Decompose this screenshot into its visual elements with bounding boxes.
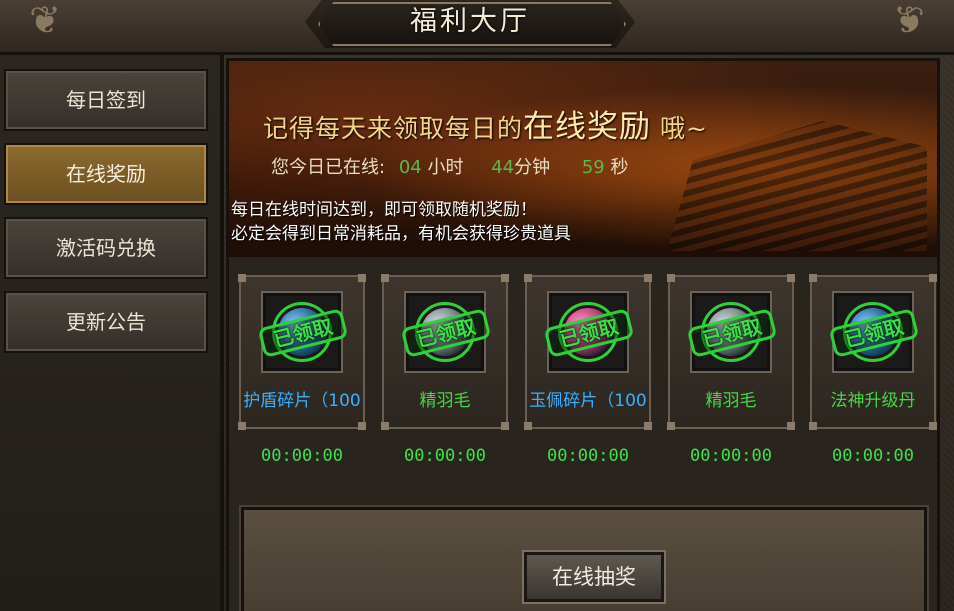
headline-pre: 记得每天来领取每日的 xyxy=(263,114,524,143)
reward-item-name: 精羽毛 xyxy=(419,391,471,411)
reward-card[interactable]: 已领取 玉佩碎片（100 xyxy=(524,274,652,430)
banner: 记得每天来领取每日的在线奖励 哦~ 您今日已在线: 04 小时 44分钟 59 … xyxy=(229,61,937,257)
banner-headline: 记得每天来领取每日的在线奖励 哦~ xyxy=(263,101,708,146)
reward-timer: 00:00:00 xyxy=(261,446,343,466)
headline-post: 哦~ xyxy=(659,114,708,143)
reward-card[interactable]: 已领取 精羽毛 xyxy=(381,274,509,430)
reward-timer: 00:00:00 xyxy=(690,446,772,466)
sidebar-item-daily-signin[interactable]: 每日签到 xyxy=(4,69,208,131)
ornament-right-icon: ❦ xyxy=(893,0,925,42)
sidebar-item-update-notice[interactable]: 更新公告 xyxy=(4,291,208,353)
online-label: 您今日已在线: xyxy=(271,157,386,178)
reward-item-slot[interactable]: 已领取 xyxy=(686,291,778,373)
headline-highlight: 在线奖励 xyxy=(523,109,652,145)
title-bar: ❦ ❦ 福利大厅 xyxy=(0,0,954,55)
reward-item-name: 护盾碎片（100 xyxy=(243,391,361,411)
online-lottery-button[interactable]: 在线抽奖 xyxy=(522,550,666,604)
reward-item-slot[interactable]: 已领取 xyxy=(543,291,635,373)
desc-line-1: 每日在线时间达到，即可领取随机奖励！ xyxy=(231,200,537,220)
reward-item-name: 法神升级丹 xyxy=(830,391,916,411)
hours-unit: 小时 xyxy=(427,157,464,178)
welfare-hall-window: ❦ ❦ 福利大厅 每日签到 在线奖励 激活码兑换 更新公告 记得每天来领取每日的… xyxy=(0,0,954,611)
main-panel: 记得每天来领取每日的在线奖励 哦~ 您今日已在线: 04 小时 44分钟 59 … xyxy=(226,58,940,611)
seconds-unit: 秒 xyxy=(610,157,629,178)
sidebar-item-online-reward[interactable]: 在线奖励 xyxy=(4,143,208,205)
desc-line-2: 必定会得到日常消耗品，有机会获得珍贵道具 xyxy=(231,224,571,244)
reward-item-slot[interactable]: 已领取 xyxy=(828,291,920,373)
reward-card[interactable]: 已领取 法神升级丹 xyxy=(809,274,937,430)
online-time: 您今日已在线: 04 小时 44分钟 59 秒 xyxy=(271,153,628,179)
reward-timer: 00:00:00 xyxy=(547,446,629,466)
minutes-unit: 分钟 xyxy=(514,157,551,178)
seconds-value: 59 xyxy=(581,157,605,178)
ornament-left-icon: ❦ xyxy=(29,0,61,42)
reward-list: 已领取 护盾碎片（100 00:00:00 已领取 精羽毛 00:00:00 已… xyxy=(234,271,937,476)
window-title: 福利大厅 xyxy=(410,6,530,37)
lottery-panel: 在线抽奖 xyxy=(239,505,929,611)
reward-card[interactable]: 已领取 护盾碎片（100 xyxy=(238,274,366,430)
sidebar: 每日签到 在线奖励 激活码兑换 更新公告 xyxy=(0,55,224,611)
minutes-value: 44 xyxy=(491,157,515,178)
reward-item-slot[interactable]: 已领取 xyxy=(257,291,349,373)
reward-card[interactable]: 已领取 精羽毛 xyxy=(667,274,795,430)
reward-item-name: 精羽毛 xyxy=(705,391,757,411)
reward-description: 每日在线时间达到，即可领取随机奖励！ 必定会得到日常消耗品，有机会获得珍贵道具 xyxy=(231,198,571,246)
reward-item-slot[interactable]: 已领取 xyxy=(400,291,492,373)
sidebar-item-code-redeem[interactable]: 激活码兑换 xyxy=(4,217,208,279)
hours-value: 04 xyxy=(398,157,422,178)
reward-item-name: 玉佩碎片（100 xyxy=(529,391,647,411)
reward-timer: 00:00:00 xyxy=(404,446,486,466)
reward-timer: 00:00:00 xyxy=(832,446,914,466)
